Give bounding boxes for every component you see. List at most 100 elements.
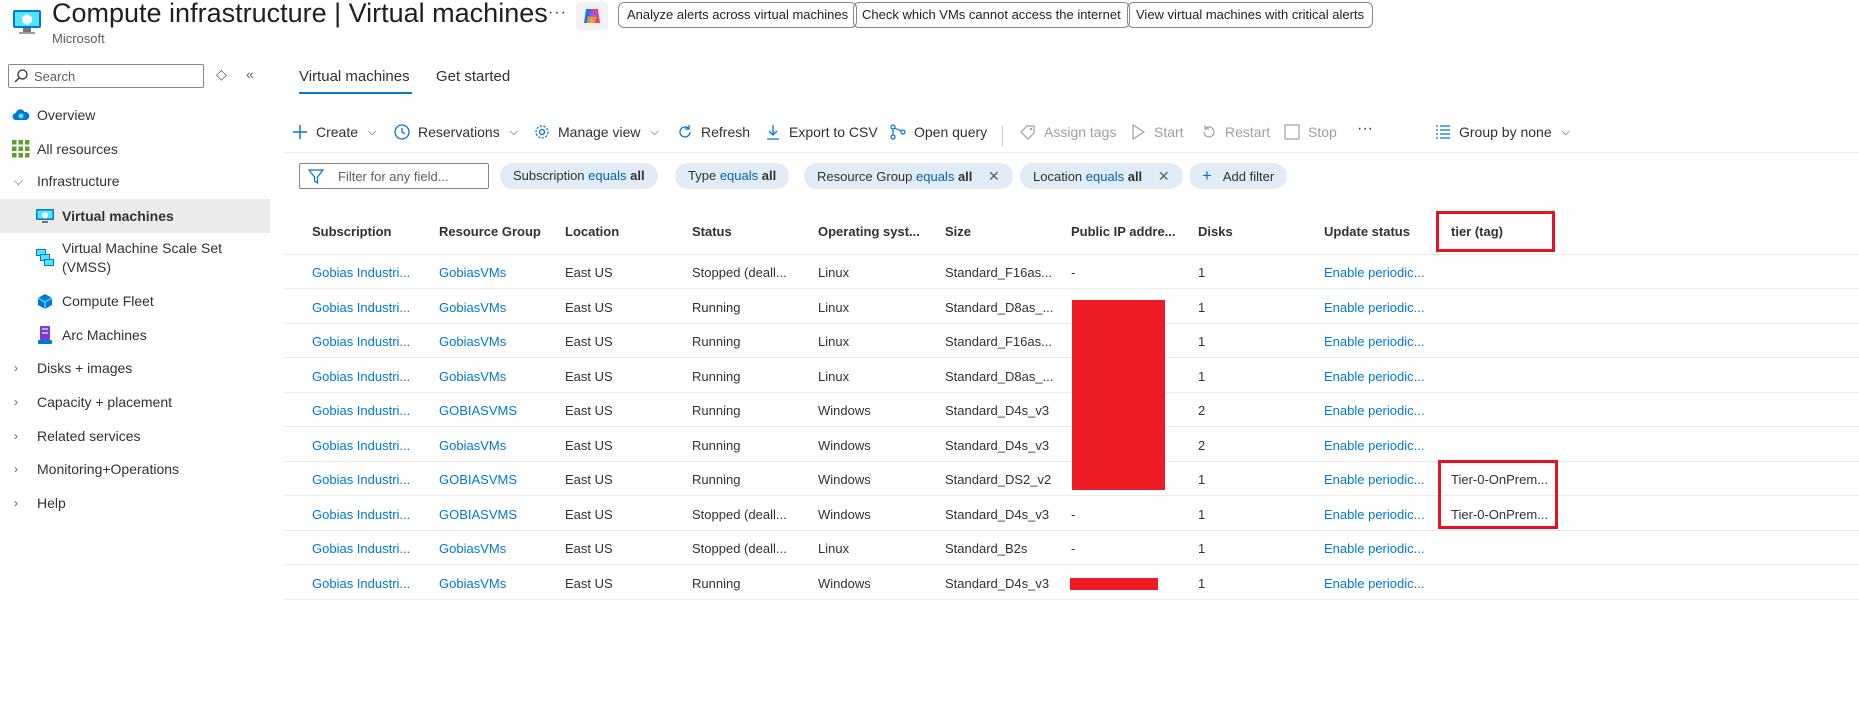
cell-resource-group[interactable]: GobiasVMs xyxy=(439,576,506,591)
column-header-size[interactable]: Size xyxy=(945,224,971,239)
cell-disks: 1 xyxy=(1198,541,1206,556)
add-filter-button[interactable]: + Add filter xyxy=(1189,163,1288,189)
cell-resource-group[interactable]: GobiasVMs xyxy=(439,541,506,556)
cell-resource-group[interactable]: GobiasVMs xyxy=(439,438,506,453)
start-button[interactable]: Start xyxy=(1130,124,1184,140)
cell-resource-group[interactable]: GOBIASVMS xyxy=(439,472,517,487)
cell-update-status[interactable]: Enable periodic... xyxy=(1324,334,1424,349)
tab-get-started[interactable]: Get started xyxy=(436,68,510,85)
restart-button[interactable]: Restart xyxy=(1201,124,1270,140)
table-row[interactable]: Gobias Industri... GobiasVMs East US Stoppe… xyxy=(284,531,1859,565)
more-commands-button[interactable]: ··· xyxy=(1357,120,1373,138)
sidebar-item-compute-fleet[interactable]: Compute Fleet xyxy=(0,284,270,318)
open-query-button[interactable]: Open query xyxy=(890,124,987,140)
close-icon[interactable]: ✕ xyxy=(1158,168,1170,184)
filter-chip-type[interactable]: Type equals all xyxy=(675,163,790,189)
column-header-update-status[interactable]: Update status xyxy=(1324,224,1410,239)
cell-size: Standard_B2s xyxy=(945,541,1028,556)
column-header-subscription[interactable]: Subscription xyxy=(312,224,391,239)
cell-operating-system: Linux xyxy=(818,299,850,315)
create-button[interactable]: Create ⌵ xyxy=(292,124,376,140)
cell-subscription[interactable]: Gobias Industri... xyxy=(312,541,410,556)
sidebar-item-overview[interactable]: Overview xyxy=(0,98,270,132)
search-icon xyxy=(14,69,28,83)
filter-input[interactable]: Filter for any field... xyxy=(299,163,489,189)
cell-subscription[interactable]: Gobias Industri... xyxy=(312,369,410,384)
group-by-button[interactable]: Group by none ⌵ xyxy=(1435,124,1570,140)
sidebar-item-label: Compute Fleet xyxy=(62,293,154,309)
sidebar-group-help[interactable]: › Help xyxy=(0,486,270,520)
expand-collapse-toggle-icon[interactable]: ◇ xyxy=(216,66,227,83)
sidebar-item-arc-machines[interactable]: Arc Machines xyxy=(0,318,270,352)
filter-chip-resource-group[interactable]: Resource Group equals all ✕ xyxy=(804,163,1013,189)
cell-subscription[interactable]: Gobias Industri... xyxy=(312,438,410,453)
cell-resource-group[interactable]: GOBIASVMS xyxy=(439,507,517,522)
column-header-resource-group[interactable]: Resource Group xyxy=(439,224,541,239)
tag-icon xyxy=(1020,125,1035,140)
cell-size: Standard_D4s_v3 xyxy=(945,506,1050,522)
cell-resource-group[interactable]: GobiasVMs xyxy=(439,300,506,315)
cell-location: East US xyxy=(565,403,613,418)
cell-update-status[interactable]: Enable periodic... xyxy=(1324,541,1424,556)
sidebar-group-capacity-placement[interactable]: › Capacity + placement xyxy=(0,385,270,419)
export-csv-button[interactable]: Export to CSV xyxy=(765,124,878,140)
column-header-status[interactable]: Status xyxy=(692,224,732,239)
cell-update-status[interactable]: Enable periodic... xyxy=(1324,265,1424,280)
cell-operating-system: Windows xyxy=(818,506,871,522)
more-actions-button[interactable]: ··· xyxy=(548,4,567,22)
cell-subscription[interactable]: Gobias Industri... xyxy=(312,507,410,522)
cell-location: East US xyxy=(565,368,613,384)
refresh-button[interactable]: Refresh xyxy=(677,124,750,140)
copilot-prompt-critical-alerts[interactable]: View virtual machines with critical aler… xyxy=(1127,2,1374,28)
cell-subscription[interactable]: Gobias Industri... xyxy=(312,334,410,349)
cell-subscription[interactable]: Gobias Industri... xyxy=(312,265,410,280)
sidebar-item-all-resources[interactable]: All resources xyxy=(0,132,270,166)
sidebar-group-monitoring-operations[interactable]: › Monitoring+Operations xyxy=(0,452,270,486)
cell-resource-group[interactable]: GOBIASVMS xyxy=(439,403,517,418)
manage-view-button[interactable]: Manage view ⌵ xyxy=(534,124,659,140)
sidebar-item-vmss[interactable]: Virtual Machine Scale Set (VMSS) xyxy=(0,236,270,280)
filter-chip-location[interactable]: Location equals all ✕ xyxy=(1020,163,1183,189)
cell-update-status[interactable]: Enable periodic... xyxy=(1324,576,1424,591)
table-row[interactable]: Gobias Industri... GobiasVMs East US Stoppe… xyxy=(284,255,1859,289)
column-header-disks[interactable]: Disks xyxy=(1198,224,1233,239)
chevron-right-icon: › xyxy=(14,429,18,443)
reservations-button[interactable]: Reservations ⌵ xyxy=(394,124,518,140)
cell-location: East US xyxy=(565,265,613,280)
sidebar-group-infrastructure[interactable]: ⌵ Infrastructure xyxy=(0,164,270,198)
column-header-operating-system[interactable]: Operating syst... xyxy=(818,224,920,239)
cell-update-status[interactable]: Enable periodic... xyxy=(1324,438,1424,453)
column-header-location[interactable]: Location xyxy=(565,224,619,239)
stop-button[interactable]: Stop xyxy=(1284,124,1337,140)
cell-subscription[interactable]: Gobias Industri... xyxy=(312,300,410,315)
assign-tags-button[interactable]: Assign tags xyxy=(1020,124,1116,140)
chip-field: Type xyxy=(688,168,717,183)
sidebar-group-related-services[interactable]: › Related services xyxy=(0,419,270,453)
filter-chip-subscription[interactable]: Subscription equals all xyxy=(500,163,658,189)
cell-status: Stopped (deall... xyxy=(692,265,787,280)
tab-virtual-machines[interactable]: Virtual machines xyxy=(299,68,410,85)
cell-update-status[interactable]: Enable periodic... xyxy=(1324,403,1424,418)
cell-update-status[interactable]: Enable periodic... xyxy=(1324,300,1424,315)
cell-update-status[interactable]: Enable periodic... xyxy=(1324,472,1424,487)
cell-resource-group[interactable]: GobiasVMs xyxy=(439,265,506,280)
cell-subscription[interactable]: Gobias Industri... xyxy=(312,403,410,418)
cell-subscription[interactable]: Gobias Industri... xyxy=(312,472,410,487)
column-header-public-ip[interactable]: Public IP addre... xyxy=(1071,224,1176,239)
cell-resource-group[interactable]: GobiasVMs xyxy=(439,369,506,384)
cell-status: Stopped (deall... xyxy=(692,541,787,556)
copilot-prompt-analyze-alerts[interactable]: Analyze alerts across virtual machines xyxy=(618,2,858,28)
cell-location: East US xyxy=(565,575,613,591)
collapse-sidebar-icon[interactable]: « xyxy=(246,66,254,82)
cell-subscription[interactable]: Gobias Industri... xyxy=(312,576,410,591)
sidebar-item-virtual-machines[interactable]: Virtual machines xyxy=(0,199,270,233)
copilot-button[interactable] xyxy=(576,2,608,30)
table-row[interactable]: Gobias Industri... GOBIASVMS East US Stoppe… xyxy=(284,497,1859,531)
sidebar-search-input[interactable]: Search xyxy=(8,64,204,88)
cell-resource-group[interactable]: GobiasVMs xyxy=(439,334,506,349)
close-icon[interactable]: ✕ xyxy=(988,168,1000,184)
copilot-prompt-internet-access[interactable]: Check which VMs cannot access the intern… xyxy=(853,2,1130,28)
cell-update-status[interactable]: Enable periodic... xyxy=(1324,507,1424,522)
cell-update-status[interactable]: Enable periodic... xyxy=(1324,369,1424,384)
sidebar-group-disks-images[interactable]: › Disks + images xyxy=(0,351,270,385)
